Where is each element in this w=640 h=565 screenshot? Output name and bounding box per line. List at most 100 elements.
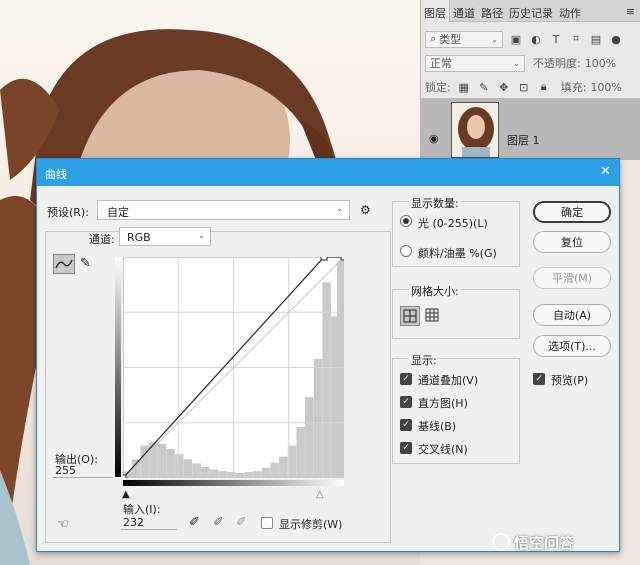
panel-menu-icon[interactable]: ≡ — [623, 0, 640, 22]
tab-channels[interactable]: 通道 — [450, 0, 478, 22]
fill-label: 填充: — [560, 81, 587, 94]
preview-label: 预览(P) — [551, 374, 589, 387]
fill-value[interactable]: 100% — [590, 81, 621, 94]
histogram-bar — [244, 472, 253, 478]
reset-button[interactable]: 复位 — [533, 231, 611, 253]
dialog-titlebar[interactable]: 曲线 ✕ — [37, 159, 619, 186]
histogram-bar — [166, 449, 175, 478]
filter-toggle-icon[interactable]: ● — [609, 32, 623, 46]
histogram-bar — [270, 462, 279, 478]
curve-point[interactable] — [340, 257, 344, 261]
histogram-bar — [235, 472, 245, 478]
pixel-filter-icon[interactable]: ▣ — [509, 32, 523, 46]
pigment-radio[interactable] — [400, 245, 412, 257]
targeted-adjust-hand-icon[interactable]: ☜ — [57, 517, 69, 532]
white-eyedropper-icon[interactable]: ✐ — [236, 515, 247, 530]
gray-eyedropper-icon[interactable]: ✐ — [213, 515, 224, 530]
tab-history[interactable]: 历史记录 — [506, 0, 556, 22]
curve-tool-icon — [55, 259, 73, 269]
histogram-bar — [227, 472, 236, 478]
blend-mode-value: 正常 — [430, 57, 452, 70]
input-underline — [121, 529, 177, 530]
output-gradient-bar — [115, 257, 121, 477]
baseline-label: 基线(B) — [418, 420, 457, 433]
dialog-title: 曲线 — [45, 168, 67, 181]
intersection-line-label: 交叉线(N) — [418, 443, 468, 456]
channel-select[interactable]: RGB ⌄ — [119, 227, 211, 246]
preset-select[interactable]: 自定 ⌄ — [97, 200, 350, 220]
curve-graph[interactable] — [123, 257, 344, 478]
watermark-badge: 悟空问答 — [492, 530, 632, 554]
eye-icon[interactable]: ◉ — [429, 132, 439, 145]
lock-paint-icon[interactable]: ✎ — [477, 80, 491, 94]
smooth-button[interactable]: 平滑(M) — [533, 267, 611, 289]
input-gradient-bar — [123, 480, 344, 486]
tab-actions[interactable]: 动作 — [556, 0, 584, 22]
lock-pixels-icon[interactable]: ▦ — [457, 80, 471, 94]
tab-layers[interactable]: 图层 — [421, 0, 450, 22]
blend-mode-select[interactable]: 正常 ⌄ — [425, 54, 525, 72]
curve-point[interactable] — [123, 474, 127, 478]
lock-label: 锁定: — [425, 81, 451, 94]
opacity-label: 不透明度: — [533, 57, 581, 70]
type-filter-icon[interactable]: T — [549, 32, 563, 46]
black-eyedropper-icon[interactable]: ✐ — [189, 515, 200, 530]
pencil-tool-button[interactable]: ✎ — [78, 254, 96, 274]
baseline-checkbox[interactable]: ✓ — [400, 419, 412, 431]
histogram-label: 直方图(H) — [418, 397, 468, 410]
curve-point[interactable] — [320, 257, 328, 261]
preset-options-gear-icon[interactable]: ⚙ — [360, 203, 371, 217]
histogram-checkbox[interactable]: ✓ — [400, 396, 412, 408]
filter-row: ⌕ 类型 ⌄ ▣ ◐ T ⌗ ▤ ● — [421, 28, 640, 50]
lock-artboard-icon[interactable]: ⊡ — [517, 80, 531, 94]
search-icon: ⌕ — [430, 32, 437, 45]
filter-kind-value: 类型 — [439, 33, 462, 46]
curve-tool-button[interactable] — [53, 254, 75, 274]
layer-thumbnail[interactable] — [451, 102, 499, 158]
simple-grid-button[interactable] — [400, 306, 420, 326]
ok-button[interactable]: 确定 — [533, 201, 611, 223]
tab-paths[interactable]: 路径 — [478, 0, 506, 22]
filter-kind-select[interactable]: ⌕ 类型 ⌄ — [425, 30, 503, 48]
grid-size-title: 网格大小: — [409, 283, 461, 299]
lock-row: 锁定: ▦ ✎ ✥ ⊡ 🔒︎ 填充: 100% — [421, 76, 640, 98]
histogram-bar — [209, 469, 219, 478]
light-radio[interactable] — [400, 215, 412, 227]
show-amount-title: 显示数量: — [409, 195, 461, 211]
channel-overlay-label: 通道叠加(V) — [418, 374, 479, 387]
histogram-bar — [201, 466, 210, 478]
shape-filter-icon[interactable]: ⌗ — [569, 32, 583, 46]
layer-name[interactable]: 图层 1 — [507, 132, 540, 148]
chevron-down-icon: ⌄ — [336, 204, 343, 213]
lock-move-icon[interactable]: ✥ — [497, 80, 511, 94]
detailed-grid-button[interactable] — [423, 306, 443, 326]
panel-tabs: 图层 通道 路径 历史记录 动作 ≡ — [421, 0, 640, 22]
histogram-bar — [279, 456, 288, 478]
black-point-slider-icon[interactable]: ▲ — [122, 489, 130, 500]
preset-label: 预设(R): — [47, 206, 89, 219]
show-clipping-checkbox[interactable] — [261, 517, 273, 529]
histogram-bar — [296, 426, 305, 478]
light-option-label: 光 (0-255)(L) — [418, 217, 488, 230]
lock-all-icon[interactable]: 🔒︎ — [537, 80, 551, 94]
auto-button[interactable]: 自动(A) — [533, 304, 611, 326]
histogram-bar — [218, 471, 227, 478]
output-value[interactable]: 255 — [55, 464, 76, 477]
show-clipping-label: 显示修剪(W) — [279, 518, 343, 531]
histogram-bar — [337, 261, 344, 478]
opacity-value[interactable]: 100% — [585, 57, 616, 70]
intersection-line-checkbox[interactable]: ✓ — [400, 442, 412, 454]
preview-checkbox[interactable]: ✓ — [533, 373, 545, 385]
layer-row[interactable]: ◉ 图层 1 — [421, 98, 640, 160]
histogram-bar — [253, 471, 262, 478]
input-value[interactable]: 232 — [123, 516, 144, 529]
options-button[interactable]: 选项(T)... — [533, 335, 611, 357]
smart-object-filter-icon[interactable]: ▤ — [589, 32, 603, 46]
white-point-slider-icon[interactable]: △ — [316, 489, 324, 500]
histogram-bar — [192, 463, 201, 478]
channel-overlay-checkbox[interactable]: ✓ — [400, 373, 412, 385]
output-underline — [53, 477, 113, 478]
histogram-bar — [261, 467, 271, 478]
close-icon[interactable]: ✕ — [600, 164, 611, 179]
adjustment-filter-icon[interactable]: ◐ — [529, 32, 543, 46]
